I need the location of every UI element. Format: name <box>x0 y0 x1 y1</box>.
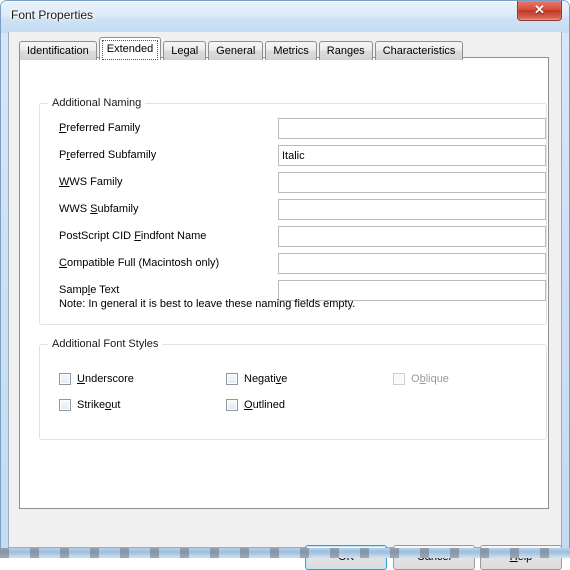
checkbox-label-outlined: Outlined <box>244 399 285 411</box>
checkbox-label-negative: Negative <box>244 373 288 385</box>
form-row-postscript-cid-findfont-name: PostScript CID Findfont Name <box>40 226 546 250</box>
checkbox-underscore[interactable]: Underscore <box>59 371 134 387</box>
input-postscript-cid-findfont-name[interactable] <box>278 226 546 247</box>
font-properties-window: Font Properties ✕ Identification Extended… <box>0 0 570 570</box>
label-compatible-full: Compatible Full (Macintosh only) <box>59 257 220 269</box>
tab-ranges[interactable]: Ranges <box>318 41 373 60</box>
tab-label: General <box>216 45 256 57</box>
checkbox-box-icon <box>59 399 71 411</box>
tab-characteristics[interactable]: Characteristics <box>374 41 464 60</box>
label-wws-subfamily: WWS Subfamily <box>59 203 139 215</box>
tab-panel-extended: Additional Naming Preferred Family Prefer… <box>19 57 549 509</box>
tab-general[interactable]: General <box>208 41 264 60</box>
checkbox-oblique: Oblique <box>393 371 449 387</box>
tab-identification[interactable]: Identification <box>19 41 97 60</box>
checkbox-negative[interactable]: Negative <box>226 371 287 387</box>
additional-font-styles-group: Additional Font Styles Underscore Strikeo… <box>39 338 547 440</box>
input-preferred-subfamily[interactable] <box>278 145 546 166</box>
checkbox-strikeout[interactable]: Strikeout <box>59 397 120 413</box>
dialog-client-area: Identification Extended Legal General Metric… <box>8 32 562 570</box>
checkbox-label-strikeout: Strikeout <box>77 399 121 411</box>
close-icon: ✕ <box>534 2 545 17</box>
label-sample-text: Sample Text <box>59 284 120 296</box>
window-title: Font Properties <box>11 8 94 22</box>
checkbox-label-oblique: Oblique <box>411 373 449 385</box>
input-compatible-full[interactable] <box>278 253 546 274</box>
additional-naming-group-title: Additional Naming <box>48 97 146 109</box>
tab-strip: Identification Extended Legal General Metric… <box>19 37 465 60</box>
input-preferred-family[interactable] <box>278 118 546 139</box>
titlebar: Font Properties ✕ <box>0 0 570 32</box>
tab-focus-rect <box>101 40 159 60</box>
label-preferred-subfamily: Preferred Subfamily <box>59 149 157 161</box>
checkbox-outlined[interactable]: Outlined <box>226 397 285 413</box>
naming-note: Note: In general it is best to leave the… <box>59 298 356 310</box>
label-wws-family: WWS Family <box>59 176 123 188</box>
tab-metrics[interactable]: Metrics <box>265 41 317 60</box>
tab-label: Characteristics <box>382 45 456 57</box>
tab-extended[interactable]: Extended <box>98 37 162 60</box>
window-bottom-edge <box>0 548 570 558</box>
tab-legal[interactable]: Legal <box>163 41 207 60</box>
checkbox-box-icon <box>226 373 238 385</box>
checkbox-box-icon <box>59 373 71 385</box>
tab-label: Identification <box>27 45 89 57</box>
tab-label: Legal <box>171 45 199 57</box>
checkbox-box-icon <box>393 373 405 385</box>
form-row-wws-family: WWS Family <box>40 172 546 196</box>
form-row-compatible-full: Compatible Full (Macintosh only) <box>40 253 546 277</box>
checkbox-box-icon <box>226 399 238 411</box>
window-bottom-edge-texture <box>0 548 570 558</box>
input-wws-subfamily[interactable] <box>278 199 546 220</box>
close-button[interactable]: ✕ <box>517 1 562 21</box>
additional-font-styles-group-title: Additional Font Styles <box>48 338 163 350</box>
tab-label: Ranges <box>326 45 365 57</box>
form-row-preferred-subfamily: Preferred Subfamily <box>40 145 546 169</box>
checkbox-label-underscore: Underscore <box>77 373 134 385</box>
tab-label: Metrics <box>273 45 309 57</box>
label-preferred-family: Preferred Family <box>59 122 141 134</box>
form-row-wws-subfamily: WWS Subfamily <box>40 199 546 223</box>
additional-naming-group: Additional Naming Preferred Family Prefer… <box>39 97 547 325</box>
form-row-preferred-family: Preferred Family <box>40 118 546 142</box>
label-postscript-cid-findfont-name: PostScript CID Findfont Name <box>59 230 207 242</box>
input-wws-family[interactable] <box>278 172 546 193</box>
